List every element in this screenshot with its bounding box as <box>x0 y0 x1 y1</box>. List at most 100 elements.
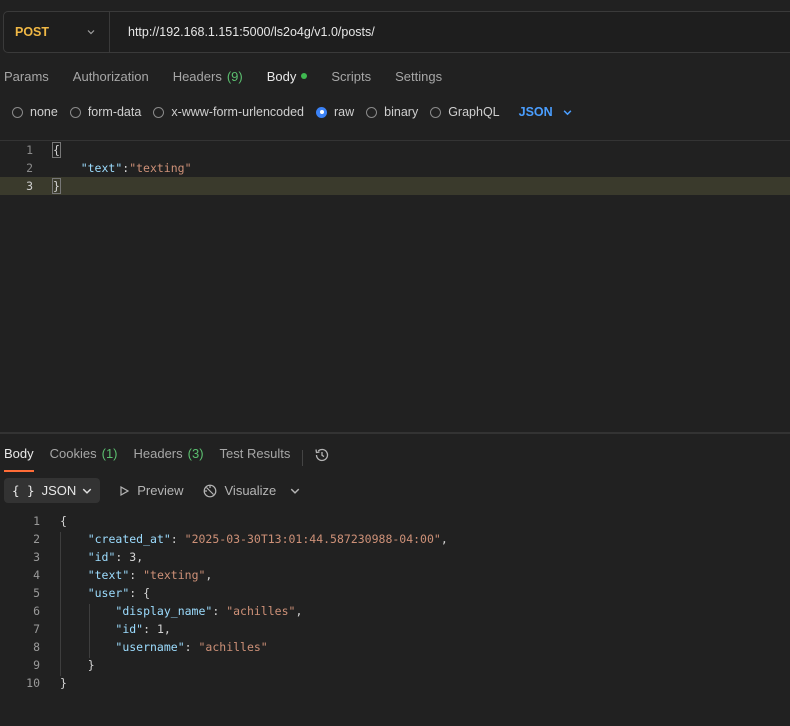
url-input[interactable]: http://192.168.1.151:5000/ls2o4g/v1.0/po… <box>110 25 375 39</box>
tab-label: Authorization <box>72 68 149 84</box>
response-tabs: Body Cookies (1) Headers (3) Test Results <box>4 444 331 472</box>
response-line: 6 "display_name": "achilles", <box>0 602 790 622</box>
editor-line-active: 3 } <box>0 177 790 195</box>
tab-label: Scripts <box>331 68 372 84</box>
visualize-button[interactable]: Visualize <box>202 483 276 499</box>
language-select[interactable]: JSON <box>519 105 572 119</box>
json-comma: , <box>440 532 448 546</box>
radio-label: none <box>30 105 58 119</box>
tab-response-body[interactable]: Body <box>4 444 34 472</box>
tab-label: Settings <box>395 68 443 84</box>
method-label: POST <box>15 25 50 39</box>
preview-label: Preview <box>137 483 184 498</box>
code-text: "text":"texting" <box>33 161 192 175</box>
tab-body[interactable]: Body <box>267 69 308 84</box>
radio-form-data[interactable]: form-data <box>69 105 142 119</box>
json-key: "username" <box>115 640 185 654</box>
json-comma: , <box>136 550 144 564</box>
radio-label: GraphQL <box>448 105 500 119</box>
radio-circle-icon <box>153 106 165 118</box>
json-colon: : <box>129 568 144 582</box>
code-text: "display_name": "achilles", <box>40 604 302 622</box>
code-text: "text": "texting", <box>40 568 212 586</box>
radio-urlencoded[interactable]: x-www-form-urlencoded <box>153 105 304 119</box>
radio-label: x-www-form-urlencoded <box>171 105 304 119</box>
json-colon: : <box>184 640 199 654</box>
response-line: 7 "id": 1, <box>0 620 790 640</box>
json-value: "texting" <box>129 161 192 175</box>
line-number: 2 <box>26 161 33 175</box>
json-key: "created_at" <box>87 532 171 546</box>
request-body-editor[interactable]: 1 { 2 "text":"texting" 3 } <box>0 141 790 195</box>
response-line: 5 "user": { <box>0 584 790 604</box>
radio-label: form-data <box>87 105 142 119</box>
tab-response-headers[interactable]: Headers (3) <box>134 444 204 472</box>
json-value: "achilles" <box>198 640 268 654</box>
method-select[interactable]: POST <box>4 12 110 52</box>
tab-label: Test Results <box>219 446 291 461</box>
tab-label: Params <box>4 68 49 84</box>
radio-circle-icon <box>69 106 81 118</box>
code-text: "user": { <box>40 586 151 604</box>
response-line: 3 "id": 3, <box>0 548 790 568</box>
close-brace: } <box>60 676 67 690</box>
json-key: "display_name" <box>115 604 213 618</box>
line-number: 4 <box>33 568 40 582</box>
radio-label: raw <box>334 105 355 119</box>
braces-icon: { } <box>12 483 35 498</box>
json-key: "user" <box>87 586 130 600</box>
request-url-bar: POST http://192.168.1.151:5000/ls2o4g/v1… <box>3 11 790 53</box>
history-icon[interactable] <box>313 446 331 464</box>
request-tabs: Params Authorization Headers (9) Body Scr… <box>0 64 462 88</box>
preview-button[interactable]: Preview <box>118 483 184 498</box>
chevron-down-icon <box>82 488 92 494</box>
tab-settings[interactable]: Settings <box>395 69 442 84</box>
json-value: "texting" <box>143 568 206 582</box>
radio-binary[interactable]: binary <box>366 105 418 119</box>
line-number: 1 <box>33 514 40 528</box>
json-value: "2025-03-30T13:01:44.587230988-04:00" <box>184 532 441 546</box>
visualize-icon <box>203 484 216 497</box>
tab-authorization[interactable]: Authorization <box>73 69 149 84</box>
response-line: 2 "created_at": "2025-03-30T13:01:44.587… <box>0 530 790 550</box>
line-number: 1 <box>26 143 33 157</box>
radio-circle-icon <box>12 106 23 118</box>
format-select[interactable]: { } JSON <box>4 478 101 503</box>
tab-label: Body <box>4 446 34 461</box>
close-brace: } <box>52 178 61 194</box>
tab-scripts[interactable]: Scripts <box>331 69 371 84</box>
code-text: "created_at": "2025-03-30T13:01:44.58723… <box>40 532 448 550</box>
pane-resize-handle[interactable] <box>0 432 790 434</box>
response-line: 8 "username": "achilles" <box>0 638 790 658</box>
radio-label: binary <box>384 105 419 119</box>
radio-graphql[interactable]: GraphQL <box>430 105 500 119</box>
tab-test-results[interactable]: Test Results <box>220 444 291 472</box>
radio-raw[interactable]: raw <box>316 105 354 119</box>
code-text: { <box>33 142 61 158</box>
tab-headers[interactable]: Headers (9) <box>173 69 243 84</box>
response-line: 9 } <box>0 656 790 676</box>
chevron-down-icon <box>563 109 572 115</box>
json-value: 1 <box>156 622 164 636</box>
response-body-viewer[interactable]: 1 { 2 "created_at": "2025-03-30T13:01:44… <box>0 512 790 692</box>
line-number: 9 <box>33 658 40 672</box>
line-number: 7 <box>33 622 40 636</box>
headers-count: (3) <box>187 446 204 461</box>
tab-params[interactable]: Params <box>4 69 49 84</box>
visualize-menu-button[interactable] <box>290 486 300 496</box>
json-colon: : <box>143 622 157 636</box>
tab-cookies[interactable]: Cookies (1) <box>50 444 118 472</box>
open-brace: { <box>52 142 61 158</box>
line-number: 2 <box>33 532 40 546</box>
chevron-down-icon <box>87 30 95 35</box>
code-text: } <box>33 178 61 194</box>
line-number: 10 <box>26 676 40 690</box>
response-line: 10 } <box>0 674 790 692</box>
open-brace: { <box>143 586 151 600</box>
line-number: 3 <box>26 179 33 193</box>
radio-none[interactable]: none <box>12 105 58 119</box>
tab-label: Headers <box>172 68 222 84</box>
json-key: "id" <box>87 550 116 564</box>
json-value: "achilles" <box>226 604 296 618</box>
line-number: 3 <box>33 550 40 564</box>
